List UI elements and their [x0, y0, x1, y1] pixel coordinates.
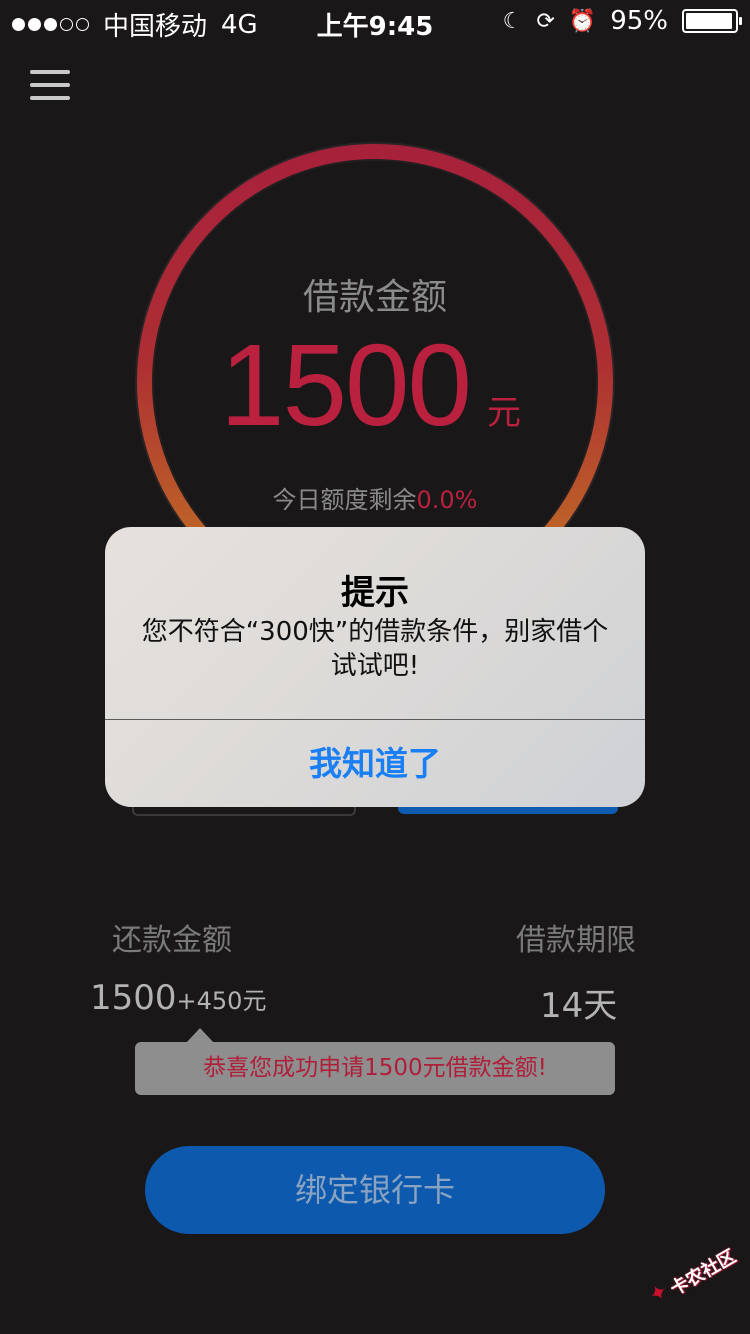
alert-title: 提示	[341, 573, 409, 613]
alert-dialog: 提示 您不符合“300快”的借款条件，别家借个试试吧! 我知道了	[105, 527, 645, 807]
moon-icon: ☾	[502, 8, 523, 34]
alert-ok-button[interactable]: 我知道了	[105, 720, 645, 807]
daily-quota-value: 0.0%	[416, 486, 478, 514]
loan-amount-value: 1500	[220, 320, 472, 450]
repay-amount-label: 还款金额	[112, 923, 232, 958]
watermark-text: 卡农社区	[666, 1245, 740, 1301]
daily-quota-label: 今日额度剩余	[272, 486, 417, 514]
repay-amount-extra: +450元	[176, 987, 267, 1015]
loan-term-label: 借款期限	[516, 923, 636, 958]
battery-percent: 95%	[610, 6, 668, 36]
battery-icon	[682, 9, 742, 33]
tooltip-arrow	[186, 1028, 214, 1043]
status-bar: 中国移动 4G 上午9:45 ☾ ⟳ ⏰ 95%	[0, 0, 750, 42]
menu-line	[30, 70, 70, 74]
alarm-icon: ⏰	[568, 8, 597, 34]
daily-quota: 今日额度剩余0.0%	[0, 480, 750, 515]
rotation-lock-icon: ⟳	[536, 8, 555, 34]
alert-message: 您不符合“300快”的借款条件，别家借个试试吧!	[141, 617, 609, 681]
repay-amount-value: 1500+450元	[90, 978, 266, 1018]
loan-amount-label: 借款金额	[302, 277, 447, 318]
menu-line	[30, 83, 70, 87]
battery-fill	[686, 13, 732, 29]
bind-bank-card-button[interactable]: 绑定银行卡	[145, 1146, 605, 1234]
menu-line	[30, 96, 70, 100]
success-tooltip: 恭喜您成功申请1500元借款金额!	[135, 1042, 615, 1095]
watermark-logo: ✦ 卡农社区	[640, 1229, 750, 1331]
repay-amount-base: 1500	[90, 978, 177, 1018]
loan-amount-unit: 元	[487, 393, 521, 433]
hamburger-menu-icon[interactable]	[30, 70, 70, 102]
status-right: ☾ ⟳ ⏰ 95%	[502, 6, 742, 36]
loan-term-value: 14天	[540, 986, 618, 1026]
